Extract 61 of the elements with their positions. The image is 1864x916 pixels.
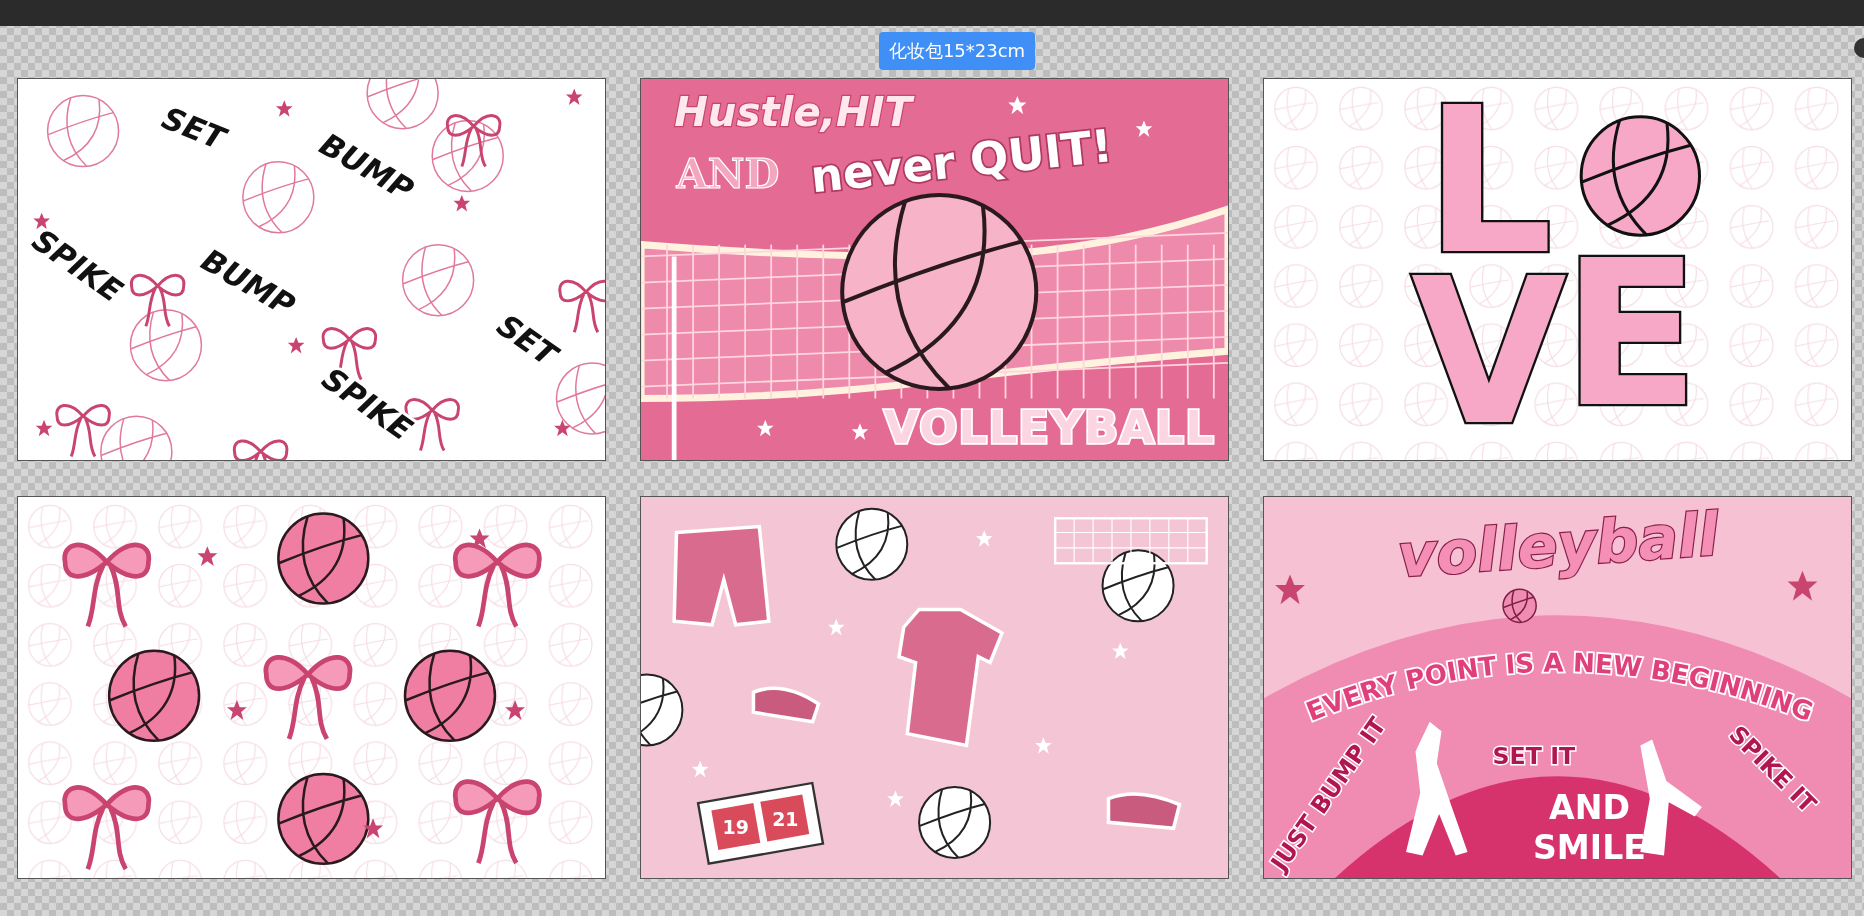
star-icon [1787, 570, 1818, 601]
star-icon [276, 100, 293, 117]
art-lettering: SET IT [1492, 742, 1576, 771]
star-icon [1112, 642, 1129, 660]
bow-icon [62, 785, 152, 872]
bow-icon [445, 114, 502, 169]
star-icon [227, 700, 247, 720]
star-icon [505, 700, 525, 720]
sneaker-icon [751, 686, 821, 724]
volleyball-icon [277, 512, 370, 605]
volleyball-icon [107, 649, 201, 742]
bow-icon [62, 542, 152, 629]
volleyball-icon [918, 785, 992, 859]
shirt-icon [897, 607, 1005, 748]
bow-icon [452, 779, 542, 866]
bow-icon [55, 404, 111, 458]
art-lettering: volleyball [1395, 499, 1721, 591]
star-icon [1275, 574, 1305, 605]
star-icon [453, 194, 471, 212]
art-lettering: SET [490, 306, 564, 373]
star-icon [975, 530, 993, 547]
calendar-number: 21 [772, 807, 799, 830]
volleyball-icon [242, 161, 315, 234]
star-icon [851, 423, 869, 440]
star-icon [363, 818, 383, 839]
star-icon [35, 419, 53, 437]
star-icon [757, 419, 774, 437]
star-icon [565, 88, 583, 106]
bow-icon [452, 542, 542, 629]
star-icon [197, 546, 218, 567]
star-icon [691, 760, 709, 778]
star-icon [1008, 95, 1027, 115]
volleyball-icon [1101, 549, 1175, 623]
volleyball-icon [835, 507, 909, 581]
volleyball-icon [401, 243, 475, 317]
star-icon [554, 419, 571, 437]
bow-icon [129, 273, 186, 328]
volleyball-icon [129, 309, 203, 382]
art-lettering: AND [1549, 787, 1630, 827]
art-lettering: SET [157, 99, 231, 157]
volleyball-icon [277, 772, 370, 866]
bow-icon [263, 655, 353, 742]
volleyball-icon [1579, 115, 1701, 237]
star-icon [469, 528, 490, 549]
size-label: 化妆包15*23cm [878, 32, 1036, 70]
bow-icon [232, 439, 289, 460]
star-icon [287, 336, 305, 354]
volleyball-icon [46, 94, 120, 168]
art-lettering: SMILE [1533, 828, 1646, 868]
star-icon [1135, 120, 1153, 137]
star-icon [33, 212, 50, 230]
shorts-icon [672, 524, 771, 627]
star-icon [887, 790, 904, 807]
calendar-number: 19 [722, 816, 749, 839]
star-icon [828, 618, 845, 636]
volleyball-icon [840, 192, 1039, 391]
star-icon [1035, 737, 1052, 754]
sneaker-icon [1106, 792, 1182, 831]
art-lettering: VOLLEYBALL [884, 401, 1215, 455]
volleyball-icon [403, 649, 497, 742]
art-lettering: AND [676, 149, 780, 197]
